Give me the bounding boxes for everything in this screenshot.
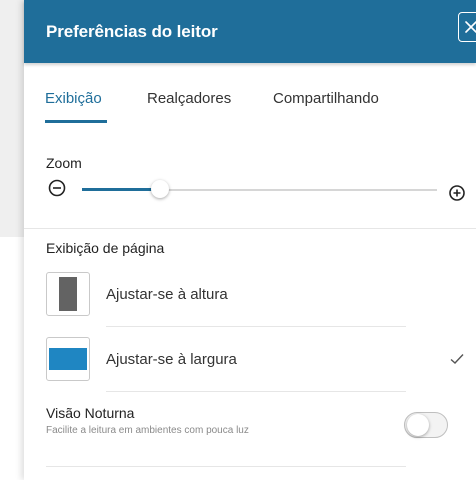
- tab-display[interactable]: Exibição: [45, 90, 102, 107]
- toggle-knob: [407, 414, 429, 436]
- panel-title: Preferências do leitor: [46, 22, 218, 41]
- divider: [106, 326, 406, 327]
- background-area: [0, 0, 24, 237]
- divider: [24, 228, 476, 229]
- zoom-out-icon[interactable]: [47, 178, 67, 198]
- fit-height-option[interactable]: Ajustar-se à altura: [46, 272, 476, 318]
- zoom-label: Zoom: [46, 155, 82, 171]
- checkmark-icon: [450, 354, 464, 364]
- night-vision-title: Visão Noturna: [46, 405, 135, 421]
- close-button[interactable]: [458, 12, 476, 42]
- night-vision-toggle[interactable]: [404, 412, 448, 438]
- active-tab-indicator: [45, 120, 107, 123]
- reader-preferences-panel: Preferências do leitor Exibição Realçado…: [24, 0, 476, 480]
- fit-width-icon: [46, 337, 90, 381]
- page-display-label: Exibição de página: [46, 240, 165, 256]
- fit-width-label: Ajustar-se à largura: [106, 351, 237, 368]
- zoom-in-icon[interactable]: [448, 184, 466, 202]
- zoom-slider-thumb[interactable]: [151, 180, 169, 198]
- divider: [46, 466, 406, 467]
- tab-bar: Exibição Realçadores Compartilhando: [24, 90, 476, 124]
- fit-width-option[interactable]: Ajustar-se à largura: [46, 337, 476, 383]
- zoom-slider[interactable]: [82, 180, 437, 198]
- close-icon: [465, 21, 476, 33]
- night-vision-subtitle: Facilite a leitura em ambientes com pouc…: [46, 425, 249, 436]
- tab-highlighters[interactable]: Realçadores: [147, 90, 231, 107]
- fit-height-icon: [46, 272, 90, 316]
- tab-sharing[interactable]: Compartilhando: [273, 90, 379, 107]
- zoom-slider-fill: [82, 188, 160, 191]
- fit-height-label: Ajustar-se à altura: [106, 286, 228, 303]
- panel-header: Preferências do leitor: [24, 0, 476, 63]
- divider: [106, 391, 406, 392]
